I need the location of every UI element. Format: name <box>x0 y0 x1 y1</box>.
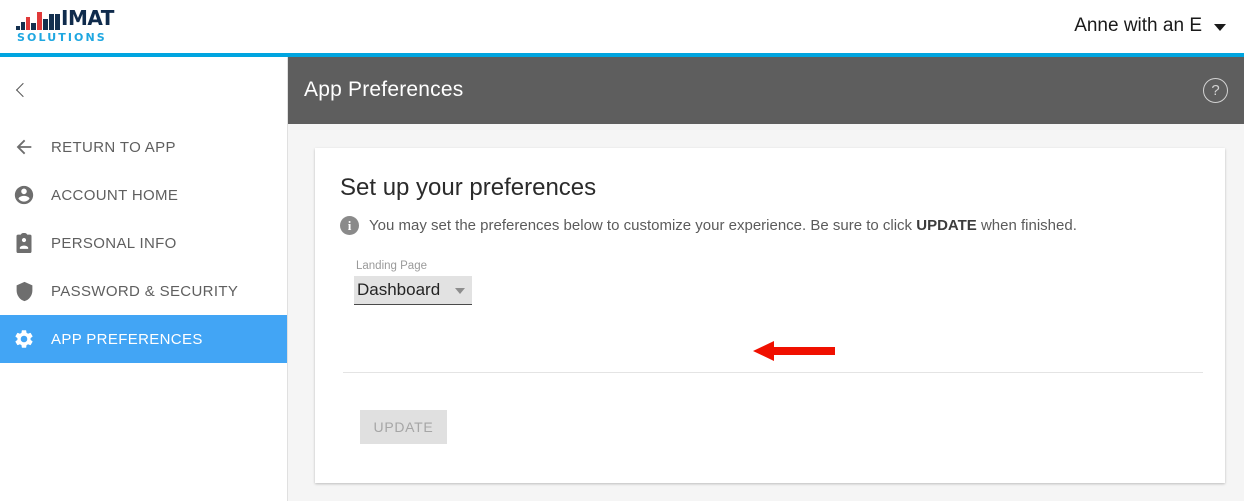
page-header-bar: App Preferences ? <box>288 57 1244 124</box>
logo-wordmark: IMAT <box>61 6 114 30</box>
card-title: Set up your preferences <box>340 174 597 201</box>
user-name-label: Anne with an E <box>1074 15 1202 36</box>
user-menu-button[interactable]: Anne with an E <box>1074 10 1226 42</box>
sidebar-item-personal-info[interactable]: PERSONAL INFO <box>0 219 287 267</box>
sidebar-nav: RETURN TO APP ACCOUNT HOME PERSONAL INFO… <box>0 123 287 363</box>
section-divider <box>343 372 1203 373</box>
sidebar-item-label: APP PREFERENCES <box>51 330 203 348</box>
sidebar-item-label: ACCOUNT HOME <box>51 186 179 204</box>
account-circle-icon <box>11 182 37 208</box>
sidebar-item-label: RETURN TO APP <box>51 138 176 156</box>
preferences-card: Set up your preferences i You may set th… <box>315 148 1225 483</box>
info-text: You may set the preferences below to cus… <box>369 217 1077 234</box>
info-text-after: when finished. <box>976 217 1077 234</box>
contact-card-icon <box>11 230 37 256</box>
arrow-left-icon <box>11 134 37 160</box>
info-message: i You may set the preferences below to c… <box>340 216 1077 235</box>
sidebar-item-label: PASSWORD & SECURITY <box>51 282 239 300</box>
content-area: App Preferences ? Set up your preference… <box>288 57 1244 501</box>
landing-page-label: Landing Page <box>356 260 427 272</box>
landing-page-field: Landing Page Dashboard <box>354 259 472 305</box>
info-text-bold: UPDATE <box>916 217 977 234</box>
info-icon: i <box>340 216 359 235</box>
sidebar-item-return-to-app[interactable]: RETURN TO APP <box>0 123 287 171</box>
update-button[interactable]: UPDATE <box>360 410 447 444</box>
chevron-down-icon <box>1214 24 1226 31</box>
landing-page-select[interactable]: Dashboard <box>354 276 472 305</box>
sidebar-item-account-home[interactable]: ACCOUNT HOME <box>0 171 287 219</box>
info-text-before: You may set the preferences below to cus… <box>369 217 917 234</box>
sidebar: RETURN TO APP ACCOUNT HOME PERSONAL INFO… <box>0 57 288 501</box>
sidebar-item-password-security[interactable]: PASSWORD & SECURITY <box>0 267 287 315</box>
page-title: App Preferences <box>304 78 464 101</box>
sidebar-item-label: PERSONAL INFO <box>51 234 177 252</box>
shield-icon <box>11 278 37 304</box>
logo-bar-chart-icon <box>16 8 60 30</box>
app-root: IMAT SOLUTIONS Anne with an E RETURN TO … <box>0 0 1244 501</box>
dropdown-caret-icon <box>455 288 465 294</box>
logo-subtext: SOLUTIONS <box>17 31 107 44</box>
sidebar-item-app-preferences[interactable]: APP PREFERENCES <box>0 315 287 363</box>
landing-page-value: Dashboard <box>357 280 441 299</box>
chevron-left-icon <box>15 82 31 98</box>
top-bar: IMAT SOLUTIONS Anne with an E <box>0 0 1244 53</box>
gear-icon <box>11 326 37 352</box>
question-mark-icon[interactable]: ? <box>1203 78 1228 103</box>
imat-solutions-logo: IMAT SOLUTIONS <box>16 7 116 45</box>
sidebar-collapse-button[interactable] <box>0 57 287 123</box>
